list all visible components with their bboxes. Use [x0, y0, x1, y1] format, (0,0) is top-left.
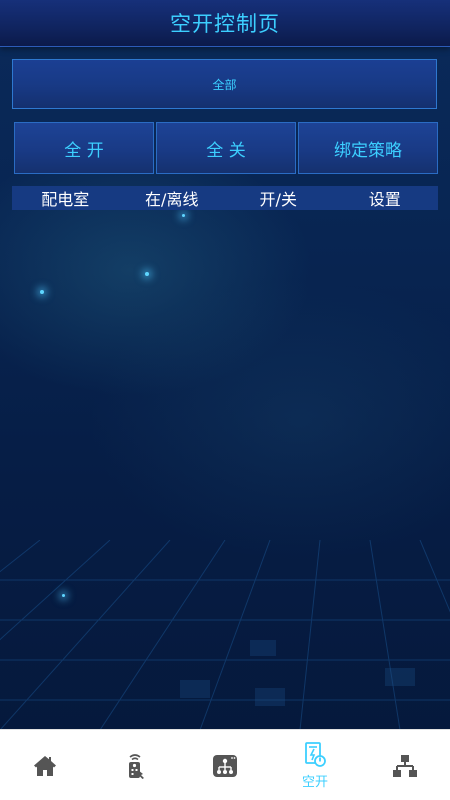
- page-title: 空开控制页: [170, 12, 280, 36]
- column-header-switch-state: 开/关: [259, 190, 297, 209]
- column-header-room: 配电室: [41, 190, 90, 209]
- page-header: 空开控制页: [0, 0, 450, 47]
- room-filter-select[interactable]: 全部: [12, 59, 437, 109]
- background-star: [182, 214, 185, 217]
- nav-item-home[interactable]: [0, 730, 90, 800]
- nav-label-breaker: 空开: [301, 775, 328, 790]
- action-button-row: 全 开 全 关 绑定策略: [14, 122, 438, 174]
- nav-item-devices[interactable]: [180, 730, 270, 800]
- all-on-button[interactable]: 全 开: [14, 122, 154, 174]
- background-star: [145, 272, 149, 276]
- background-grid: [0, 540, 450, 730]
- nav-item-breaker[interactable]: 空开: [270, 730, 360, 800]
- nav-item-remote[interactable]: [90, 730, 180, 800]
- remote-control-icon: [129, 753, 144, 779]
- background-star: [40, 290, 44, 294]
- network-device-icon: [213, 754, 237, 777]
- all-off-label: 全 关: [206, 140, 246, 161]
- column-header-settings: 设置: [368, 190, 401, 209]
- column-header-online-status: 在/离线: [145, 190, 199, 209]
- nav-item-topology[interactable]: [360, 730, 450, 800]
- table-header: 配电室 在/离线 开/关 设置: [12, 186, 438, 210]
- app-screen: 空开控制页 全部 全 开 全 关 绑定策略 配电室 在/离线 开/关 设置 空开: [0, 0, 450, 800]
- breaker-switch-icon: [305, 742, 326, 767]
- topology-icon: [393, 754, 417, 777]
- bind-strategy-label: 绑定策略: [334, 140, 402, 161]
- home-icon: [34, 755, 56, 776]
- all-on-label: 全 开: [64, 140, 104, 161]
- all-off-button[interactable]: 全 关: [156, 122, 296, 174]
- room-filter-value: 全部: [212, 77, 237, 92]
- bind-strategy-button[interactable]: 绑定策略: [298, 122, 438, 174]
- bottom-navigation: 空开: [0, 729, 450, 800]
